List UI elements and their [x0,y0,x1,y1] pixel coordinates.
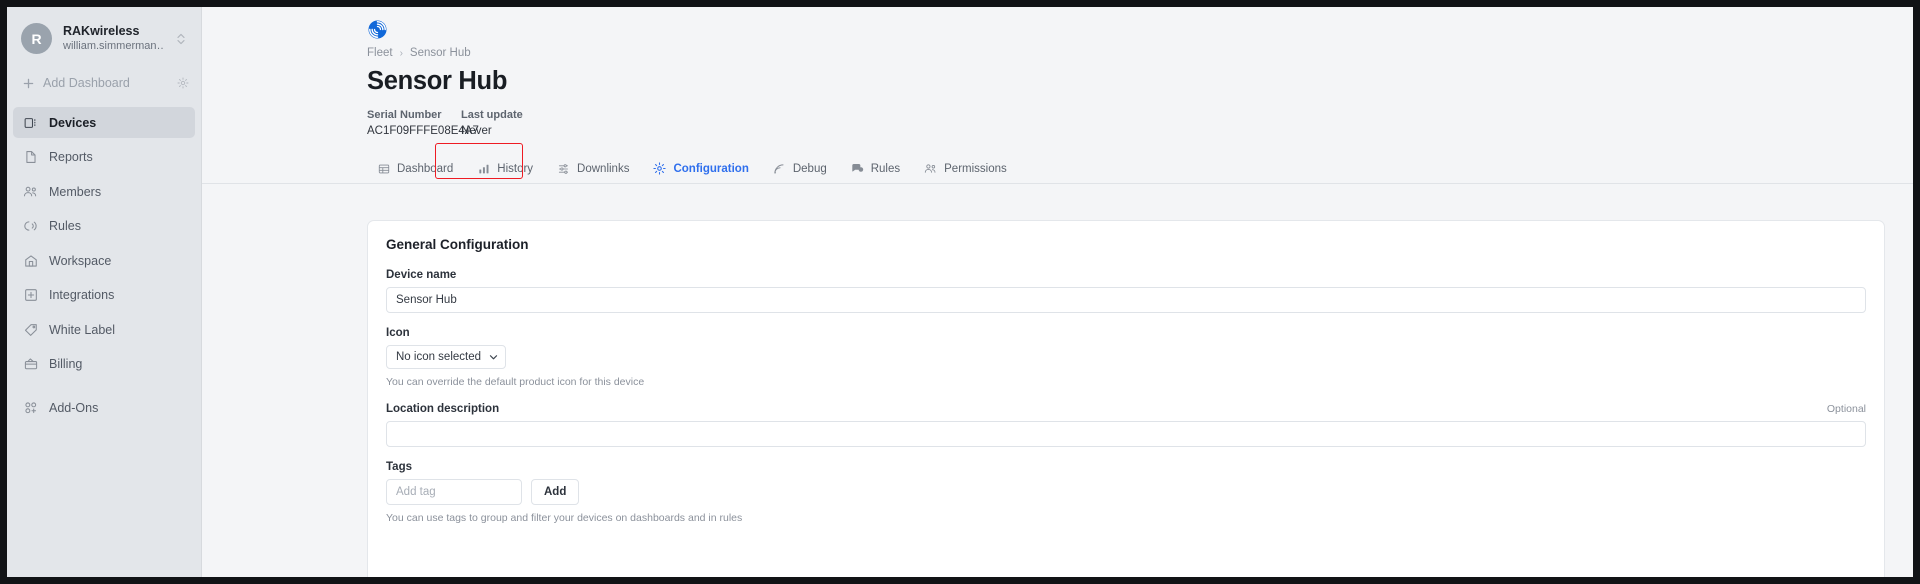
brand-logo [202,7,1913,40]
gear-icon [653,162,667,175]
general-configuration-card: General Configuration Device name Icon N… [367,220,1885,577]
plus-icon [23,78,34,89]
sidebar-item-workspace[interactable]: Workspace [13,245,195,276]
sidebar-item-label: Integrations [49,288,115,302]
meta-last-update: Last update Never [461,107,523,140]
meta-label: Serial Number [367,109,442,121]
tab-rules[interactable]: Rules [839,162,912,183]
field-tags: Tags Add You can use tags to group and f… [386,461,1866,525]
meta-value: AC1F09FFFE08E4A7 [367,125,479,137]
browser-frame: R RAKwireless william.simmerman… Add Das… [0,0,1920,584]
meta-value: Never [461,125,492,137]
devices-icon [23,115,38,130]
avatar: R [21,23,52,54]
tab-permissions[interactable]: Permissions [912,162,1019,183]
sidebar-nav: Devices Reports Members Rules Workspace … [7,107,201,423]
workspace-icon [23,253,38,268]
members-icon [924,162,937,175]
table-icon [377,162,390,175]
chat-icon [851,162,864,175]
tab-history[interactable]: History [465,162,545,183]
page-title: Sensor Hub [367,67,508,95]
tags-row: Add [386,479,1866,505]
sidebar-item-label: Rules [49,219,81,233]
tab-dashboard[interactable]: Dashboard [367,162,465,183]
tab-label: Rules [870,162,901,175]
breadcrumb: Fleet › Sensor Hub [202,40,1913,59]
sidebar-item-label: White Label [49,322,116,337]
main-content: Fleet › Sensor Hub Sensor Hub Serial Num… [202,7,1913,577]
sidebar-item-billing[interactable]: Billing [13,349,195,380]
icon-help-text: You can override the default product ico… [386,376,645,388]
chevron-up-down-icon [175,32,189,46]
field-label: Device name [386,269,457,281]
tags-help-text: You can use tags to group and filter you… [386,512,743,524]
icon-select-value: No icon selected [396,351,482,363]
account-switcher[interactable]: R RAKwireless william.simmerman… [7,7,201,68]
signal-icon [773,162,786,175]
optional-badge: Optional [1826,403,1866,415]
sidebar-item-label: Workspace [49,253,112,268]
icon-select[interactable]: No icon selected [386,345,507,369]
device-meta: Serial Number AC1F09FFFE08E4A7 Last upda… [202,97,1913,140]
sidebar-item-integrations[interactable]: Integrations [13,280,195,311]
sidebar-item-label: Devices [49,115,97,130]
members-icon [23,184,38,199]
sidebar-item-white-label[interactable]: White Label [13,314,195,345]
rules-icon [23,219,38,234]
report-icon [23,150,38,165]
field-label: Tags [386,461,412,473]
org-name: RAKwireless [63,24,140,38]
sidebar-item-add-ons[interactable]: Add-Ons [13,392,195,423]
field-label: Icon [386,327,410,339]
sidebar-item-label: Add-Ons [49,400,99,415]
location-description-input[interactable] [386,421,1866,447]
bar-chart-icon [477,162,490,175]
tab-downlinks[interactable]: Downlinks [545,162,641,183]
user-email: william.simmerman… [63,40,164,52]
tab-label: Configuration [673,162,749,175]
add-tag-button[interactable]: Add [531,479,580,505]
field-location-description: Location description Optional [386,403,1866,447]
billing-icon [23,357,38,372]
sidebar-item-label: Reports [49,150,93,164]
app-viewport: R RAKwireless william.simmerman… Add Das… [7,7,1913,577]
tab-label: History [497,162,534,175]
device-name-input[interactable] [386,287,1866,313]
field-device-name: Device name [386,269,1866,313]
sidebar: R RAKwireless william.simmerman… Add Das… [7,7,202,577]
device-tabs: Dashboard History Downlinks Configuratio… [202,143,1913,184]
field-label: Location description [386,403,500,415]
sidebar-item-label: Members [49,184,102,199]
tab-label: Permissions [944,162,1007,175]
sidebar-item-reports[interactable]: Reports [13,142,195,173]
sidebar-item-members[interactable]: Members [13,176,195,207]
breadcrumb-separator-icon: › [399,47,403,59]
meta-serial-number: Serial Number AC1F09FFFE08E4A7 [367,107,479,140]
integrations-icon [23,288,38,303]
field-icon: Icon No icon selected You can override t… [386,327,1866,389]
tag-input[interactable] [386,479,522,505]
tag-icon [23,322,38,337]
rak-spiral-logo-icon [367,19,1913,40]
sidebar-item-rules[interactable]: Rules [13,211,195,242]
sliders-icon [557,162,570,175]
tab-debug[interactable]: Debug [761,162,839,183]
card-title: General Configuration [386,237,529,252]
addons-icon [23,400,38,415]
icon-select-wrapper[interactable]: No icon selected [386,345,507,369]
sidebar-divider [13,383,195,392]
tab-label: Downlinks [577,162,630,175]
add-dashboard-label: Add Dashboard [43,76,130,90]
breadcrumb-item-current[interactable]: Sensor Hub [410,47,471,59]
breadcrumb-item-fleet[interactable]: Fleet [367,47,393,59]
sidebar-item-label: Billing [49,357,83,371]
meta-label: Last update [461,109,523,121]
gear-icon[interactable] [177,77,189,89]
tab-label: Dashboard [397,162,454,175]
tab-label: Debug [792,162,827,175]
sidebar-item-devices[interactable]: Devices [13,107,195,138]
tab-configuration[interactable]: Configuration [641,162,760,183]
add-dashboard-button[interactable]: Add Dashboard [7,68,201,98]
